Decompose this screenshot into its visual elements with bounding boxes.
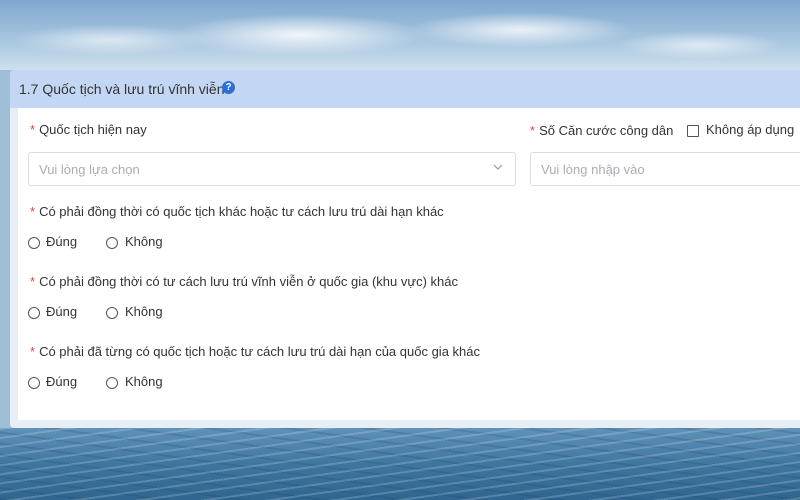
question-3-no-radio[interactable] <box>106 377 118 389</box>
question-2-yes-label[interactable]: Đúng <box>46 304 77 319</box>
question-1-yes-label[interactable]: Đúng <box>46 234 77 249</box>
question-3-label-text: Có phải đã từng có quốc tịch hoặc tư các… <box>39 344 480 359</box>
citizen-id-label: * Số Căn cước công dân <box>530 123 673 138</box>
nationality-label: * Quốc tịch hiện nay <box>30 122 147 137</box>
nationality-label-text: Quốc tịch hiện nay <box>39 122 147 137</box>
question-2-no-radio[interactable] <box>106 307 118 319</box>
question-1-label: * Có phải đồng thời có quốc tịch khác hoặ… <box>30 204 444 219</box>
required-mark: * <box>530 123 536 138</box>
question-3-yes-radio[interactable] <box>28 377 40 389</box>
section-header: 1.7 Quốc tịch và lưu trú vĩnh viễn ? <box>10 70 800 108</box>
citizen-id-input-placeholder: Vui lòng nhập vào <box>541 162 645 177</box>
sea-background <box>0 428 800 500</box>
required-mark: * <box>30 344 36 359</box>
citizen-id-input[interactable]: Vui lòng nhập vào <box>530 152 800 186</box>
question-circle-icon[interactable]: ? <box>222 81 235 94</box>
chevron-down-icon <box>493 164 503 170</box>
question-2-yes-radio[interactable] <box>28 307 40 319</box>
required-mark: * <box>30 204 36 219</box>
question-2-label-text: Có phải đồng thời có tư cách lưu trú vĩn… <box>39 274 458 289</box>
required-mark: * <box>30 122 36 137</box>
question-1-yes-radio[interactable] <box>28 237 40 249</box>
nationality-residence-section: 1.7 Quốc tịch và lưu trú vĩnh viễn ? * Qu… <box>10 70 800 428</box>
nationality-select-placeholder: Vui lòng lựa chọn <box>39 162 140 177</box>
sky-background <box>0 0 800 70</box>
not-applicable-checkbox[interactable] <box>687 125 699 137</box>
question-3-no-label[interactable]: Không <box>125 374 163 389</box>
question-3-yes-label[interactable]: Đúng <box>46 374 77 389</box>
question-2-label: * Có phải đồng thời có tư cách lưu trú vĩ… <box>30 274 458 289</box>
section-title: 1.7 Quốc tịch và lưu trú vĩnh viễn <box>19 81 225 97</box>
required-mark: * <box>30 274 36 289</box>
not-applicable-label[interactable]: Không áp dụng <box>706 122 794 137</box>
question-1-label-text: Có phải đồng thời có quốc tịch khác hoặc… <box>39 204 444 219</box>
question-1-no-label[interactable]: Không <box>125 234 163 249</box>
question-3-label: * Có phải đã từng có quốc tịch hoặc tư cá… <box>30 344 480 359</box>
citizen-id-label-text: Số Căn cước công dân <box>539 123 674 138</box>
nationality-select[interactable]: Vui lòng lựa chọn <box>28 152 516 186</box>
question-2-no-label[interactable]: Không <box>125 304 163 319</box>
question-1-no-radio[interactable] <box>106 237 118 249</box>
section-body: * Quốc tịch hiện nay Vui lòng lựa chọn * S… <box>18 108 800 420</box>
